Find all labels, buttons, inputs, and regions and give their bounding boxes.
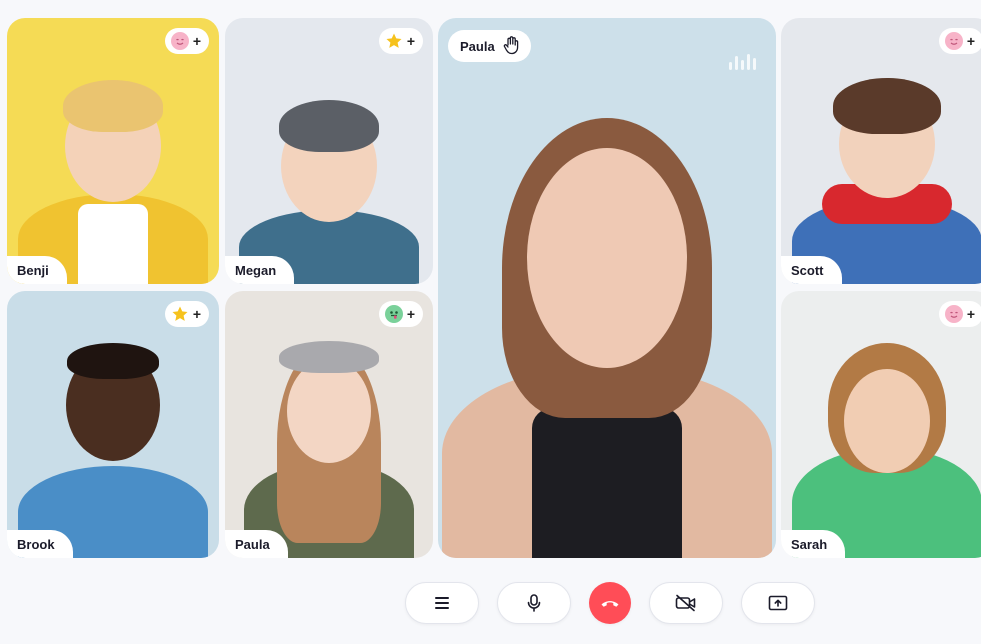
add-reaction-icon[interactable]: +	[193, 33, 201, 49]
participant-name: Scott	[781, 256, 842, 284]
participant-name: Megan	[225, 256, 295, 284]
reaction-pill[interactable]: +	[378, 301, 423, 327]
tongue-face-icon	[384, 305, 403, 323]
participant-video	[225, 291, 433, 558]
audio-level-icon	[729, 54, 756, 70]
reaction-pill[interactable]: +	[938, 28, 981, 54]
menu-button[interactable]	[405, 582, 479, 624]
add-reaction-icon[interactable]: +	[967, 306, 975, 322]
raised-hand-icon	[503, 35, 521, 58]
participant-video	[7, 291, 219, 558]
star-icon	[171, 305, 189, 323]
add-reaction-icon[interactable]: +	[407, 33, 415, 49]
end-call-button[interactable]	[589, 582, 631, 624]
reaction-pill[interactable]: +	[164, 301, 209, 327]
reaction-pill[interactable]: +	[164, 28, 209, 54]
video-call-stage: + Benji + Megan Paula + Scott + Brook + …	[0, 0, 981, 644]
add-reaction-icon[interactable]: +	[407, 306, 415, 322]
video-off-icon	[675, 594, 696, 612]
smiling-face-icon	[944, 305, 963, 323]
share-screen-button[interactable]	[741, 582, 815, 624]
participant-name: Brook	[7, 530, 73, 558]
microphone-button[interactable]	[497, 582, 571, 624]
participant-tile-paula[interactable]: + Paula	[225, 291, 433, 558]
add-reaction-icon[interactable]: +	[967, 33, 975, 49]
participant-tile-benji[interactable]: + Benji	[7, 18, 219, 284]
speaker-name-pill: Paula	[448, 30, 531, 62]
reaction-pill[interactable]: +	[938, 301, 981, 327]
participant-video	[225, 18, 433, 284]
participant-name: Benji	[7, 256, 67, 284]
microphone-icon	[527, 594, 541, 612]
add-reaction-icon[interactable]: +	[193, 306, 201, 322]
star-icon	[385, 32, 403, 50]
participant-tile-sarah[interactable]: + Sarah	[781, 291, 981, 558]
reaction-pill[interactable]: +	[378, 28, 423, 54]
speaker-video	[438, 18, 776, 558]
hang-up-icon	[601, 601, 619, 607]
call-controls	[405, 582, 815, 624]
smiling-face-icon	[944, 32, 963, 50]
participant-video	[7, 18, 219, 284]
participant-video	[781, 18, 981, 284]
participant-tile-megan[interactable]: + Megan	[225, 18, 433, 284]
active-speaker-tile[interactable]: Paula	[438, 18, 776, 558]
camera-off-button[interactable]	[649, 582, 723, 624]
speaker-name: Paula	[460, 38, 495, 54]
participant-tile-scott[interactable]: + Scott	[781, 18, 981, 284]
participant-tile-brook[interactable]: + Brook	[7, 291, 219, 558]
smiling-face-icon	[170, 32, 189, 50]
participant-name: Paula	[225, 530, 288, 558]
participant-video	[781, 291, 981, 558]
participant-name: Sarah	[781, 530, 846, 558]
screen-share-icon	[768, 595, 788, 611]
hamburger-menu-icon	[435, 597, 449, 609]
